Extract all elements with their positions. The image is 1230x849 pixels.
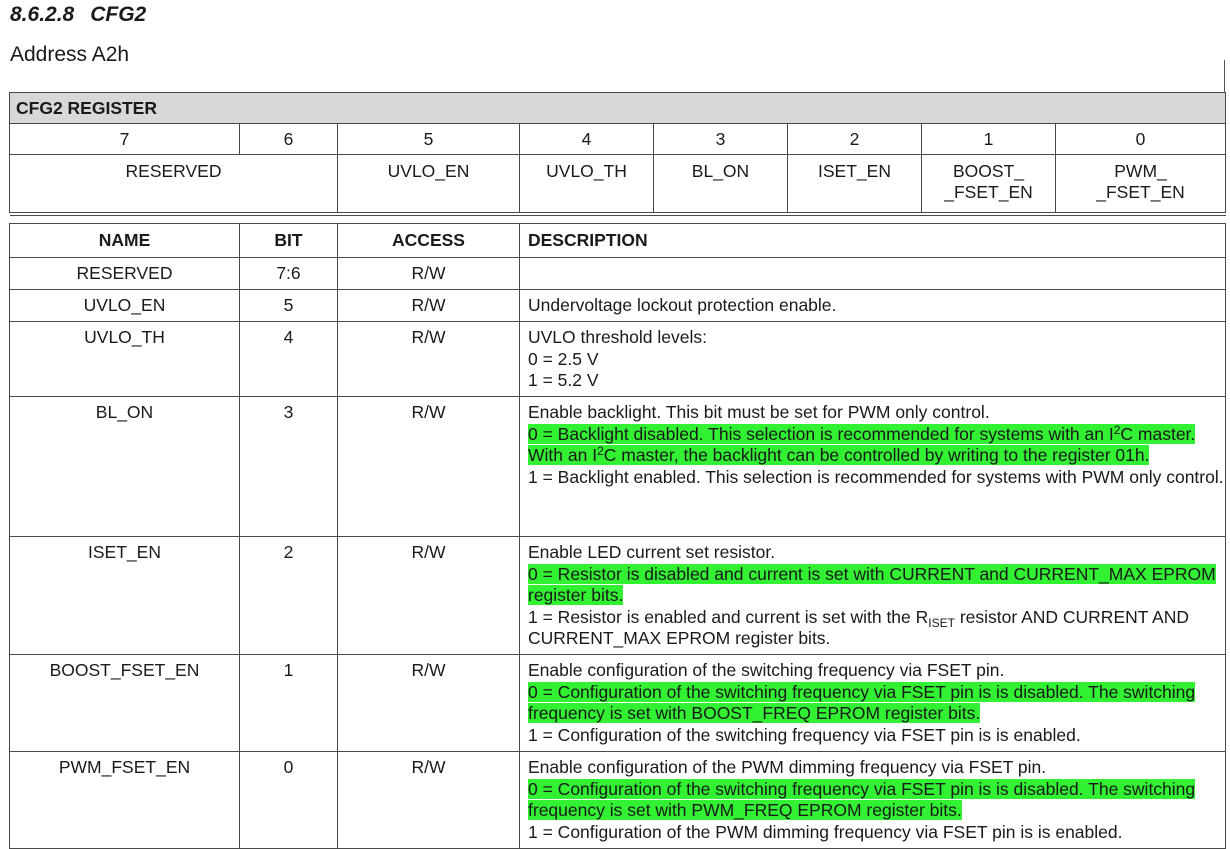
col-header-access: ACCESS: [337, 223, 520, 258]
bit-number: 0: [1055, 123, 1226, 155]
field-uvlo-th: UVLO_TH: [519, 154, 654, 213]
highlight-part: C master, the backlight can be controlle…: [603, 445, 1150, 465]
row-bit: 0: [239, 751, 338, 849]
description-line: UVLO threshold levels:: [528, 327, 707, 347]
highlighted-description: 0 = Configuration of the switching frequ…: [528, 681, 1225, 725]
table-row: BOOST_FSET_EN 1 R/W Enable configuration…: [9, 654, 1226, 752]
col-header-name: NAME: [9, 223, 240, 258]
table-row: BL_ON 3 R/W Enable backlight. This bit m…: [9, 396, 1226, 537]
field-iset-en: ISET_EN: [787, 154, 922, 213]
field-bl-on: BL_ON: [653, 154, 788, 213]
description-line: Enable LED current set resistor.: [528, 542, 776, 562]
row-description: Enable configuration of the switching fr…: [519, 654, 1226, 752]
description-line: 1 = Backlight enabled. This selection is…: [528, 466, 1224, 487]
description-line: 1 = 5.2 V: [528, 370, 599, 390]
row-name: ISET_EN: [9, 536, 240, 655]
row-name: UVLO_TH: [9, 321, 240, 397]
field-boost-fset-en: BOOST_ _FSET_EN: [921, 154, 1056, 213]
register-bitmap-table: CFG2 REGISTER 7 6 5 4 3 2 1 0 RESERVED U…: [9, 92, 1226, 213]
section-title: CFG2: [90, 3, 147, 26]
row-description: Undervoltage lockout protection enable.: [519, 289, 1226, 322]
row-access: R/W: [337, 751, 520, 849]
description-line: Enable configuration of the PWM dimming …: [528, 757, 1047, 777]
highlight-part: 0 = Backlight disabled. This selection i…: [528, 423, 1114, 444]
highlight-text: 0 = Backlight disabled. This selection i…: [528, 423, 1196, 465]
row-description: Enable configuration of the PWM dimming …: [519, 751, 1226, 849]
table-row: ISET_EN 2 R/W Enable LED current set res…: [9, 536, 1226, 655]
field-pwm-fset-en: PWM_ _FSET_EN: [1055, 154, 1226, 213]
description-line: 0 = 2.5 V: [528, 348, 599, 369]
row-access: R/W: [337, 289, 520, 322]
bit-number: 2: [787, 123, 922, 155]
row-bit: 4: [239, 321, 338, 397]
highlighted-description: 0 = Resistor is disabled and current is …: [528, 563, 1225, 607]
description-line: 1 = Resistor is enabled and current is s…: [528, 607, 1225, 650]
row-access: R/W: [337, 396, 520, 537]
row-bit: 2: [239, 536, 338, 655]
page-edge-line: [1224, 60, 1225, 96]
row-name: PWM_FSET_EN: [9, 751, 240, 849]
bit-number: 5: [337, 123, 520, 155]
bit-number: 4: [519, 123, 654, 155]
description-line: Enable configuration of the switching fr…: [528, 660, 1005, 680]
row-name: UVLO_EN: [9, 289, 240, 322]
row-access: R/W: [337, 321, 520, 397]
table-row: UVLO_TH 4 R/W UVLO threshold levels: 0 =…: [9, 321, 1226, 397]
table-row: PWM_FSET_EN 0 R/W Enable configuration o…: [9, 751, 1226, 849]
row-bit: 7:6: [239, 257, 338, 290]
highlight-text: 0 = Configuration of the switching frequ…: [528, 681, 1196, 723]
bit-number: 1: [921, 123, 1056, 155]
col-header-description: DESCRIPTION: [519, 223, 1226, 258]
row-bit: 3: [239, 396, 338, 537]
field-line: BOOST_: [953, 161, 1024, 181]
register-title: CFG2 REGISTER: [9, 92, 1226, 124]
bit-number: 3: [653, 123, 788, 155]
register-address: Address A2h: [10, 43, 130, 66]
field-line: PWM_: [1114, 161, 1167, 181]
table-spacer: [9, 215, 1226, 224]
field-uvlo-en: UVLO_EN: [337, 154, 520, 213]
row-access: R/W: [337, 257, 520, 290]
row-description: UVLO threshold levels: 0 = 2.5 V 1 = 5.2…: [519, 321, 1226, 397]
row-access: R/W: [337, 536, 520, 655]
field-line: _FSET_EN: [1096, 182, 1185, 202]
table-row: RESERVED 7:6 R/W: [9, 257, 1226, 290]
section-heading: 8.6.2.8 CFG2: [10, 3, 146, 27]
row-bit: 5: [239, 289, 338, 322]
header-row: NAME BIT ACCESS DESCRIPTION: [9, 223, 1226, 258]
row-description: Enable backlight. This bit must be set f…: [519, 396, 1226, 537]
row-access: R/W: [337, 654, 520, 752]
description-line: 1 = Configuration of the switching frequ…: [528, 724, 1081, 745]
register-description-table: NAME BIT ACCESS DESCRIPTION RESERVED 7:6…: [9, 215, 1226, 849]
row-bit: 1: [239, 654, 338, 752]
description-line: 1 = Configuration of the PWM dimming fre…: [528, 821, 1123, 842]
highlighted-description: 0 = Configuration of the switching frequ…: [528, 778, 1225, 822]
row-name: BOOST_FSET_EN: [9, 654, 240, 752]
description-part: 1 = Resistor is enabled and current is s…: [528, 606, 929, 627]
subscript: ISET: [928, 615, 955, 630]
bit-number-row: 7 6 5 4 3 2 1 0: [9, 123, 1226, 155]
row-description: [519, 257, 1226, 290]
table-row: UVLO_EN 5 R/W Undervoltage lockout prote…: [9, 289, 1226, 322]
row-name: BL_ON: [9, 396, 240, 537]
col-header-bit: BIT: [239, 223, 338, 258]
bit-number: 7: [9, 123, 240, 155]
highlight-text: 0 = Configuration of the switching frequ…: [528, 778, 1196, 820]
field-reserved: RESERVED: [9, 154, 338, 213]
bit-field-row: RESERVED UVLO_EN UVLO_TH BL_ON ISET_EN B…: [9, 154, 1226, 213]
row-name: RESERVED: [9, 257, 240, 290]
row-description: Enable LED current set resistor. 0 = Res…: [519, 536, 1226, 655]
description-line: Enable backlight. This bit must be set f…: [528, 402, 990, 422]
superscript: 2: [597, 444, 604, 458]
highlight-text: 0 = Resistor is disabled and current is …: [528, 563, 1216, 605]
field-line: _FSET_EN: [944, 182, 1033, 202]
section-number: 8.6.2.8: [10, 3, 75, 26]
highlighted-description: 0 = Backlight disabled. This selection i…: [528, 423, 1225, 467]
bit-number: 6: [239, 123, 338, 155]
